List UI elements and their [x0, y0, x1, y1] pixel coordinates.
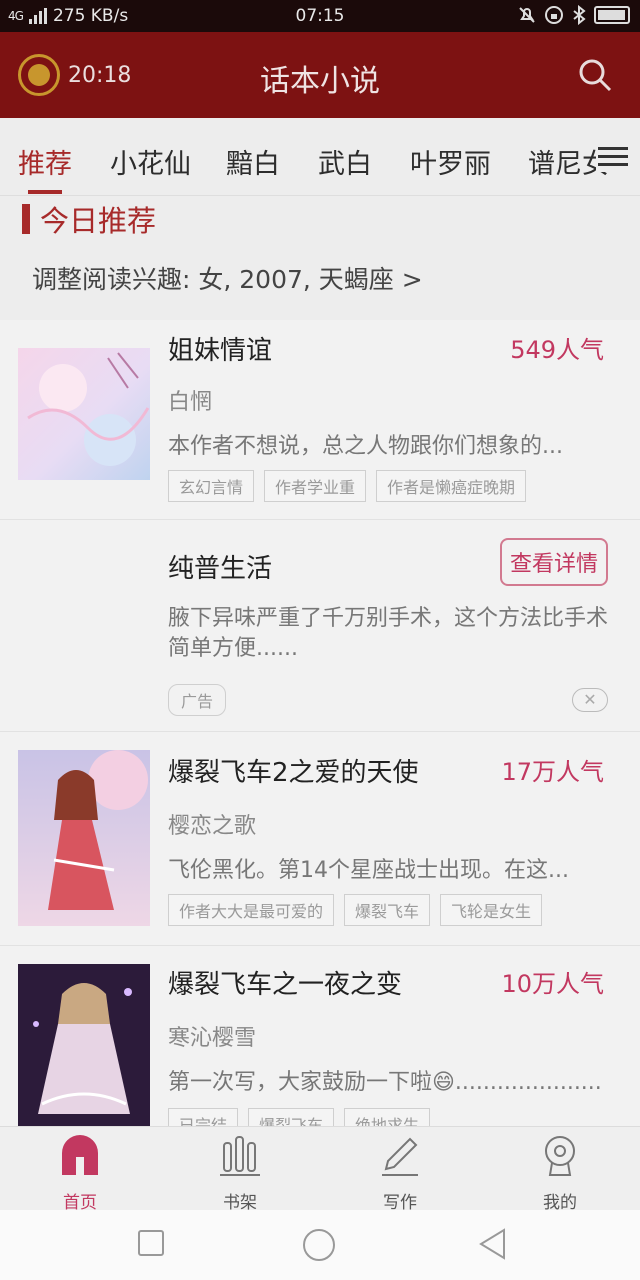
home-icon — [62, 1135, 98, 1175]
list-item[interactable]: 姐妹情谊 549人气 白惘 本作者不想说，总之人物跟你们想象的... 玄幻言情 … — [0, 320, 640, 520]
book-tag[interactable]: 飞轮是女生 — [440, 894, 543, 926]
tab-yeluoli[interactable]: 叶罗丽 — [410, 142, 491, 181]
pen-icon — [382, 1137, 418, 1176]
bookshelf-icon — [220, 1136, 260, 1176]
book-tag[interactable]: 作者是懒癌症晚期 — [376, 470, 527, 502]
back-triangle-icon[interactable] — [478, 1228, 508, 1260]
app-title: 话本小说 — [260, 64, 380, 99]
ad-title: 纯普生活 — [168, 554, 273, 584]
ad-item[interactable]: 纯普生活 查看详情 腋下异味严重了千万别手术，这个方法比手术简单方便......… — [0, 520, 640, 732]
app-header: 20:18 话本小说 — [0, 32, 640, 118]
nav-profile[interactable]: 我的 — [500, 1133, 620, 1213]
popularity-count: 17万人气 — [501, 758, 604, 786]
book-tags: 作者大大是最可爱的 爆裂飞车 飞轮是女生 — [168, 894, 543, 926]
nav-bookshelf[interactable]: 书架 — [180, 1133, 300, 1213]
list-item[interactable]: 爆裂飞车之一夜之变 10万人气 寒沁樱雪 第一次写，大家鼓励一下啦😄......… — [0, 946, 640, 1146]
book-tag[interactable]: 爆裂飞车 — [344, 894, 431, 926]
nav-home[interactable]: 首页 — [20, 1133, 140, 1213]
nav-write[interactable]: 写作 — [340, 1133, 460, 1213]
book-tag[interactable]: 玄幻言情 — [168, 470, 255, 502]
tab-indicator — [28, 190, 62, 194]
section-marker — [22, 204, 30, 234]
section-title: 今日推荐 — [40, 204, 157, 238]
popularity-count: 549人气 — [510, 336, 604, 364]
book-description: 本作者不想说，总之人物跟你们想象的... — [168, 434, 563, 459]
book-title: 爆裂飞车之一夜之变 — [168, 970, 403, 1000]
bluetooth-icon — [573, 5, 586, 25]
book-description: 飞伦黑化。第14个星座战士出现。在这... — [168, 858, 569, 883]
list-item[interactable]: 爆裂飞车2之爱的天使 17万人气 樱恋之歌 飞伦黑化。第14个星座战士出现。在这… — [0, 732, 640, 946]
book-title: 姐妹情谊 — [168, 336, 273, 366]
book-cover-image — [18, 348, 150, 480]
tab-anbai[interactable]: 黯白 — [226, 142, 280, 181]
menu-icon[interactable] — [596, 142, 630, 172]
search-icon[interactable] — [578, 58, 612, 92]
close-ad-icon[interactable]: ✕ — [572, 688, 608, 712]
bottom-navigation: 首页 书架 写作 我的 — [0, 1126, 640, 1213]
book-cover-image — [18, 750, 150, 926]
ad-label: 广告 — [168, 684, 227, 716]
profile-icon — [545, 1136, 575, 1176]
tab-recommend[interactable]: 推荐 — [18, 142, 72, 181]
adjust-interest-link[interactable]: 调整阅读兴趣: 女, 2007, 天蝎座 > — [32, 260, 423, 296]
bell-muted-icon — [519, 7, 535, 23]
system-navigation — [0, 1210, 640, 1280]
ad-description: 腋下异味严重了千万别手术，这个方法比手术简单方便...... — [168, 606, 609, 661]
view-details-button[interactable]: 查看详情 — [499, 538, 608, 586]
lock-rotation-icon — [545, 6, 563, 24]
book-tag[interactable]: 作者学业重 — [264, 470, 367, 502]
home-circle-icon[interactable] — [302, 1228, 336, 1262]
today-recommend-section: 今日推荐 调整阅读兴趣: 女, 2007, 天蝎座 > — [0, 196, 640, 320]
recent-apps-icon[interactable] — [138, 1230, 164, 1256]
book-cover-image — [18, 964, 150, 1134]
category-tabs: 推荐 小花仙 黯白 武白 叶罗丽 谱尼女 — [0, 118, 640, 196]
tab-xiaohuaxian[interactable]: 小花仙 — [110, 142, 191, 181]
book-description: 第一次写，大家鼓励一下啦😄..................... — [168, 1070, 602, 1095]
book-tag[interactable]: 作者大大是最可爱的 — [168, 894, 335, 926]
book-tags: 玄幻言情 作者学业重 作者是懒癌症晚期 — [168, 470, 527, 502]
status-bar: 4G 275 KB/s 07:15 — [0, 0, 640, 32]
book-author: 樱恋之歌 — [168, 814, 257, 839]
tab-wubai[interactable]: 武白 — [318, 142, 372, 181]
book-author: 白惘 — [168, 390, 213, 415]
popularity-count: 10万人气 — [501, 970, 604, 998]
battery-icon — [594, 6, 630, 24]
book-title: 爆裂飞车2之爱的天使 — [168, 758, 419, 788]
book-author: 寒沁樱雪 — [168, 1026, 257, 1051]
